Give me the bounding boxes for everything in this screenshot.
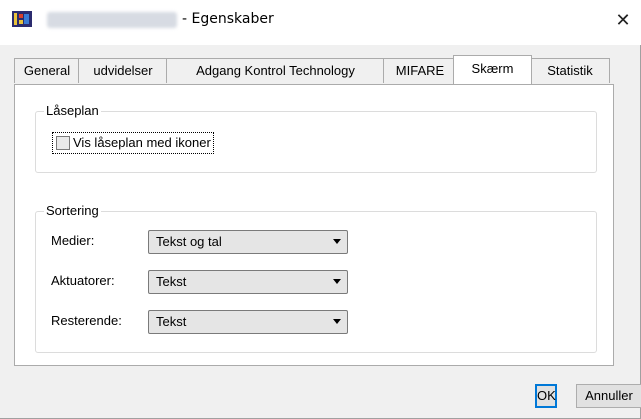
- ok-button[interactable]: OK: [535, 384, 557, 408]
- app-icon: [12, 11, 32, 27]
- tab-mifare[interactable]: MIFARE: [383, 58, 457, 83]
- sortering-group: Sortering Medier: Tekst og tal Aktuatore…: [35, 203, 597, 353]
- resterende-select-value: Tekst: [156, 314, 187, 329]
- medier-select[interactable]: Tekst og tal: [148, 230, 348, 254]
- medier-label: Medier:: [51, 233, 95, 248]
- checkbox-label: Vis låseplan med ikoner: [73, 135, 211, 150]
- window-title: - Egenskaber: [182, 11, 274, 27]
- tab-statistik[interactable]: Statistik: [530, 58, 610, 83]
- chevron-down-icon: [333, 239, 341, 244]
- chevron-down-icon: [333, 319, 341, 324]
- laseplan-group: Låseplan Vis låseplan med ikoner: [35, 103, 597, 173]
- tab-adgang-kontrol-technology[interactable]: Adgang Kontrol Technology: [166, 58, 385, 83]
- medier-select-value: Tekst og tal: [156, 234, 222, 249]
- properties-dialog: - Egenskaber ✕ General udvidelser Adgang…: [0, 0, 641, 419]
- tab-udvidelser[interactable]: udvidelser: [78, 58, 168, 83]
- tab-skaerm[interactable]: Skærm: [453, 55, 532, 84]
- checkbox-box[interactable]: [56, 136, 70, 150]
- tab-panel-skaerm: Låseplan Vis låseplan med ikoner Sorteri…: [14, 84, 614, 366]
- resterende-select[interactable]: Tekst: [148, 310, 348, 334]
- sortering-legend: Sortering: [44, 203, 101, 218]
- chevron-down-icon: [333, 279, 341, 284]
- resterende-label: Resterende:: [51, 313, 122, 328]
- cancel-button[interactable]: Annuller: [576, 384, 641, 408]
- laseplan-legend: Låseplan: [44, 103, 101, 118]
- aktuatorer-select[interactable]: Tekst: [148, 270, 348, 294]
- title-object-name-redacted: [47, 12, 177, 28]
- aktuatorer-select-value: Tekst: [156, 274, 187, 289]
- close-button[interactable]: ✕: [608, 6, 638, 36]
- show-icons-checkbox[interactable]: Vis låseplan med ikoner: [52, 132, 214, 154]
- close-icon: ✕: [615, 10, 631, 31]
- title-bar: - Egenskaber ✕: [0, 0, 641, 45]
- tab-general[interactable]: General: [14, 58, 80, 83]
- aktuatorer-label: Aktuatorer:: [51, 273, 115, 288]
